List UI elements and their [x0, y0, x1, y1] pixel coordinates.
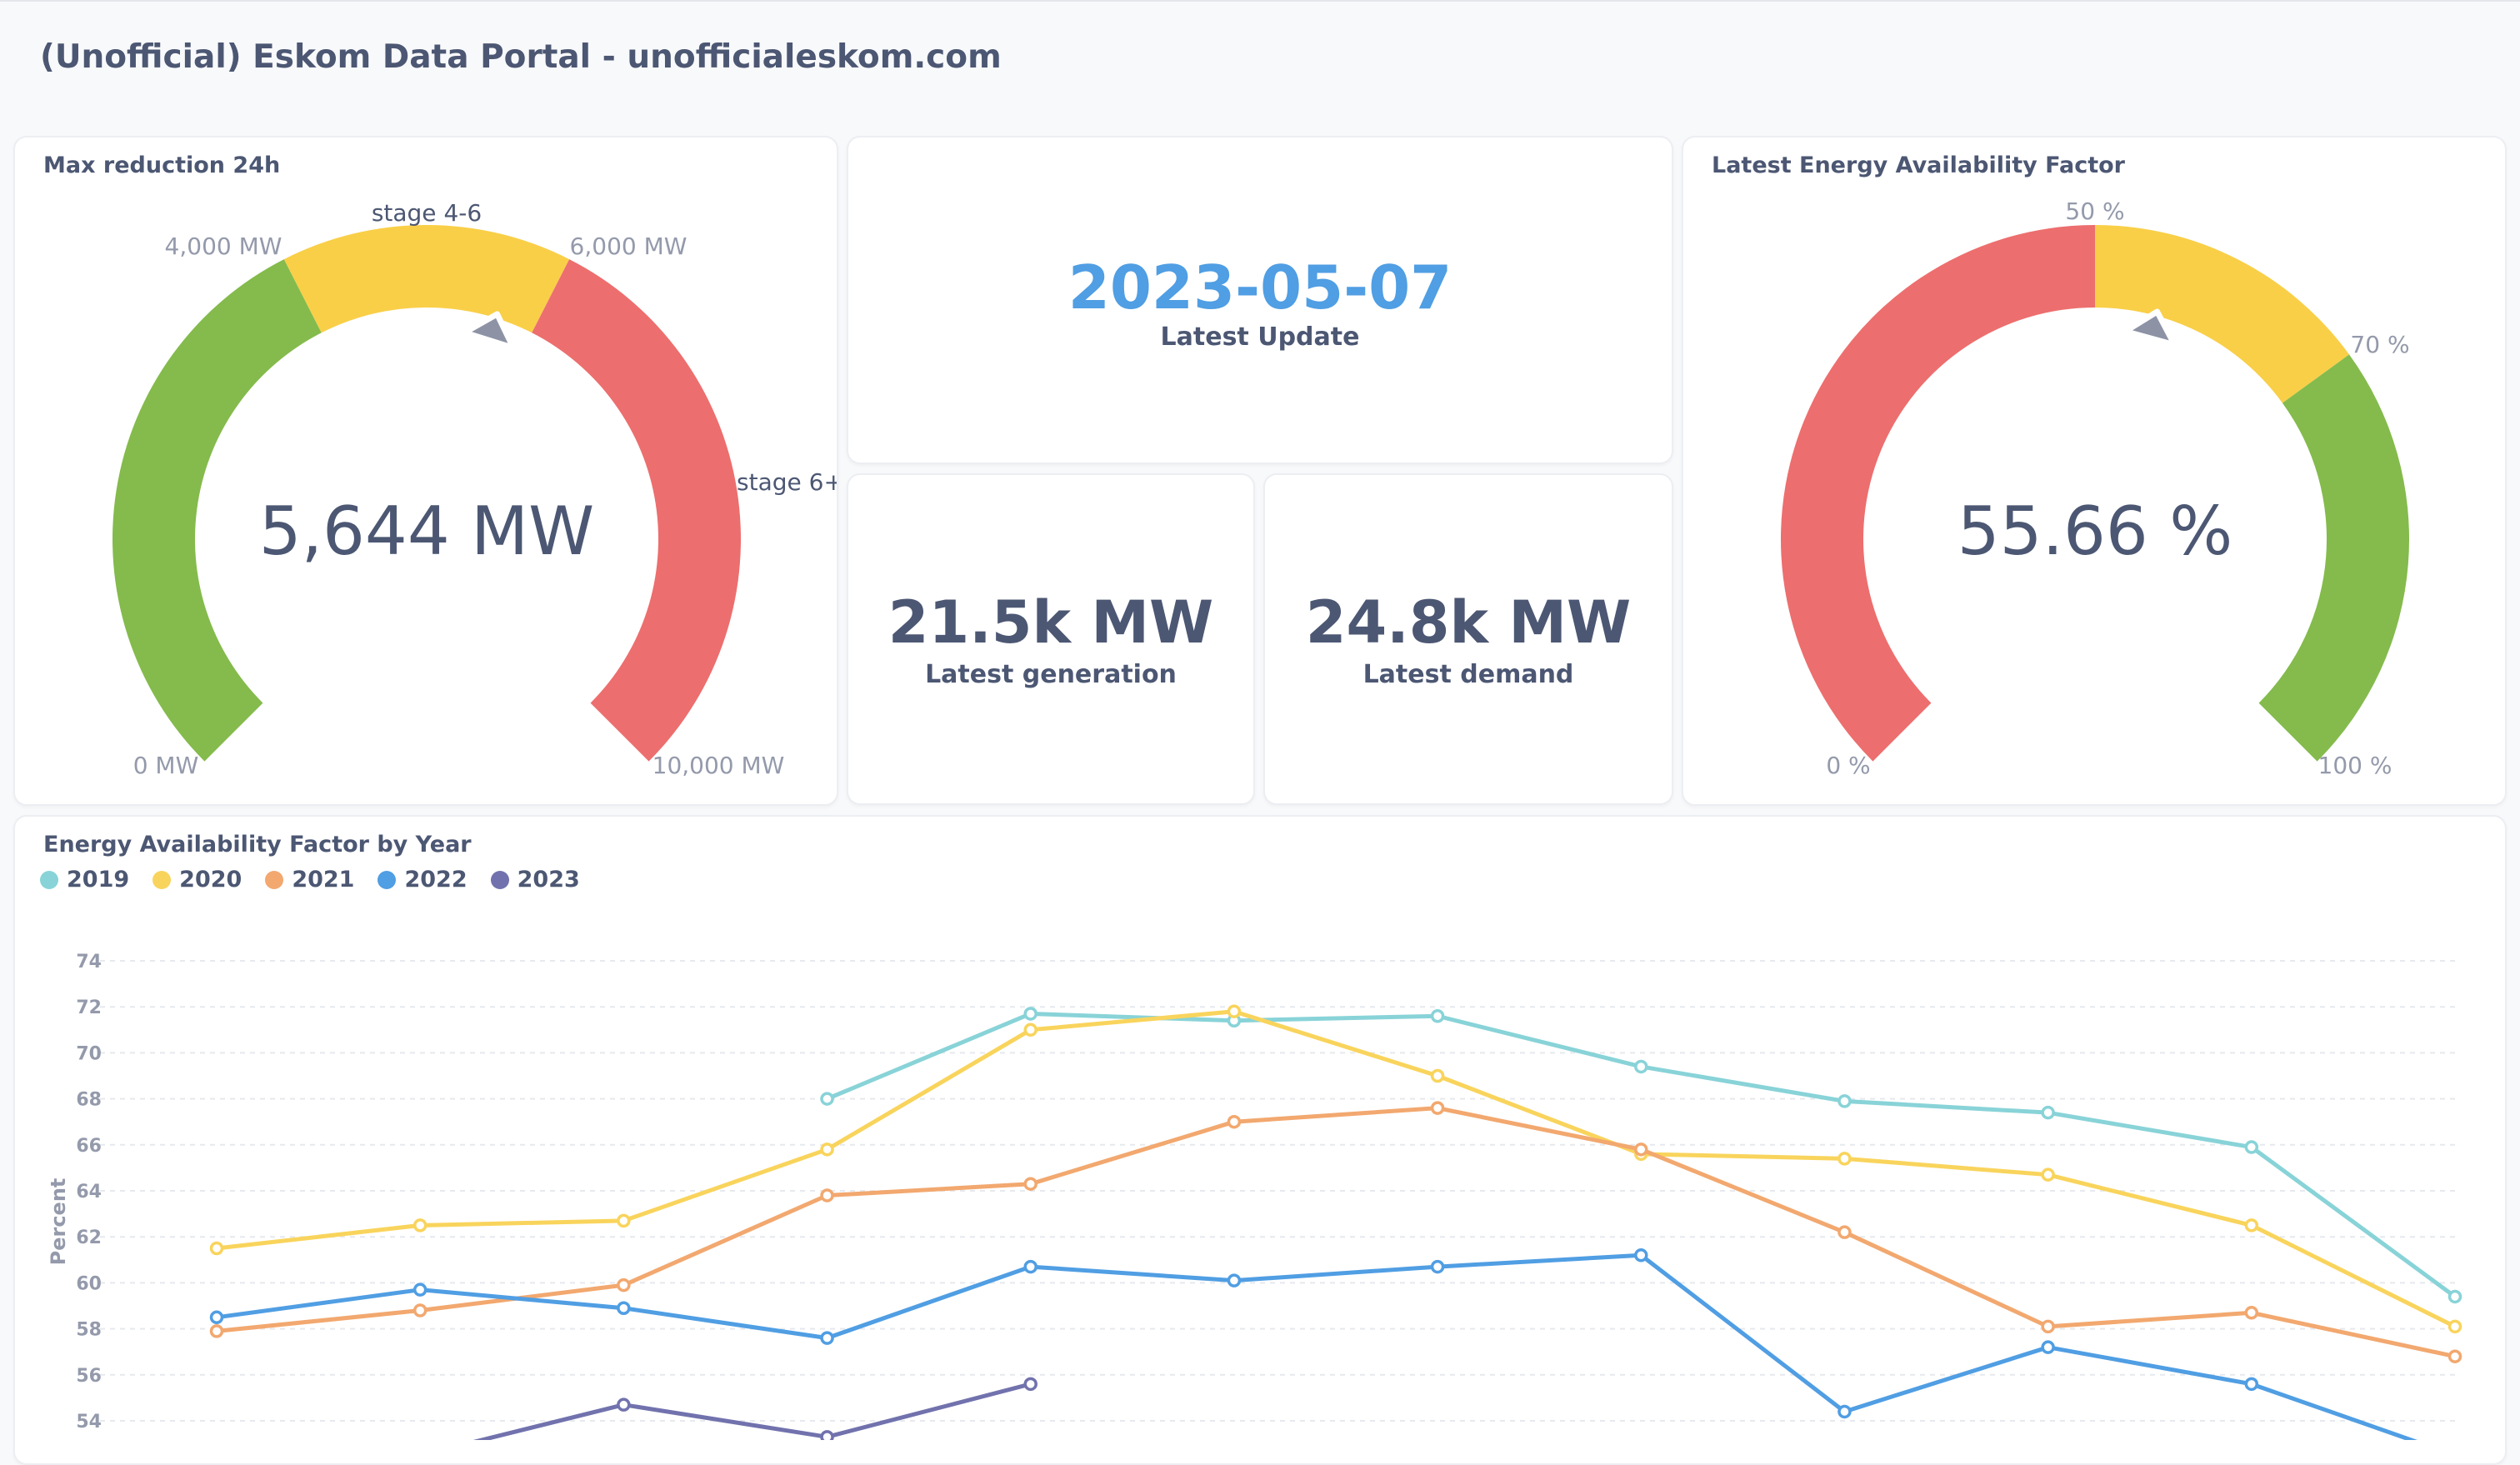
- legend-item[interactable]: 2023: [490, 867, 580, 892]
- chart-title: Energy Availability Factor by Year: [43, 832, 472, 858]
- legend-dot: [152, 870, 172, 889]
- latest-generation-card[interactable]: 21.5k MW Latest generation: [847, 473, 1255, 805]
- gauge-max-label: 10,000 MW: [652, 752, 785, 779]
- gauge-segment: [283, 225, 570, 333]
- gauge-segment: [2258, 354, 2409, 762]
- top-border: [0, 0, 2520, 2]
- latest-update-label: Latest Update: [1160, 322, 1360, 352]
- eaf-by-year-card[interactable]: Energy Availability Factor by Year: [13, 815, 2507, 1465]
- legend-dot: [265, 870, 284, 889]
- latest-demand-card[interactable]: 24.8k MW Latest demand: [1263, 473, 1673, 805]
- gauge-tick-label: 4,000 MW: [165, 232, 282, 260]
- legend-item[interactable]: 2019: [40, 867, 129, 892]
- gauge-max-label: 100 %: [2318, 752, 2392, 779]
- legend-label: 2020: [179, 867, 242, 892]
- gauge-value: 5,644 MW: [259, 492, 595, 570]
- latest-demand-value: 24.8k MW: [1305, 588, 1632, 657]
- page-title: (Unofficial) Eskom Data Portal - unoffic…: [40, 38, 1002, 76]
- latest-update-value: 2023-05-07: [1068, 252, 1452, 322]
- legend-label: 2019: [67, 867, 130, 892]
- latest-generation-value: 21.5k MW: [888, 588, 1214, 657]
- legend-item[interactable]: 2020: [152, 867, 242, 892]
- gauge-value: 55.66 %: [1958, 492, 2232, 570]
- legend-label: 2022: [404, 867, 468, 892]
- gauge-segment-label: stage 4-6: [372, 199, 482, 227]
- legend-dot: [490, 870, 509, 889]
- legend-label: 2023: [517, 867, 580, 892]
- eaf-gauge: 0 % 50 % 70 % 100 % 55.66 %: [1781, 198, 2410, 779]
- legend-item[interactable]: 2022: [378, 867, 468, 892]
- legend-dot: [40, 870, 58, 889]
- max-reduction-gauge: 0 MW 4,000 MW stage 4-6 6,000 MW stage 6…: [112, 199, 837, 779]
- gauge-tick-label: 70 %: [2350, 331, 2409, 358]
- latest-demand-label: Latest demand: [1362, 660, 1574, 689]
- legend-item[interactable]: 2021: [265, 867, 354, 892]
- gauge-segment: [2095, 225, 2349, 403]
- gauge-min-label: 0 MW: [133, 752, 199, 779]
- latest-generation-label: Latest generation: [925, 660, 1177, 689]
- latest-eaf-card[interactable]: Latest Energy Availability Factor 0 % 50…: [1682, 136, 2507, 806]
- gauge-segment-label: stage 6+: [737, 468, 837, 496]
- chart-legend: 2019 2020 2021 2022 2023: [40, 867, 580, 892]
- max-reduction-card[interactable]: Max reduction 24h 0 MW 4,000 MW stage 4-…: [13, 136, 838, 806]
- latest-update-card[interactable]: 2023-05-07 Latest Update: [847, 136, 1673, 464]
- legend-dot: [378, 870, 397, 889]
- gauge-tick-label: 6,000 MW: [570, 232, 688, 260]
- gauge-min-label: 0 %: [1826, 752, 1870, 779]
- gauge-tick-label: 50 %: [2065, 198, 2124, 225]
- legend-label: 2021: [292, 867, 355, 892]
